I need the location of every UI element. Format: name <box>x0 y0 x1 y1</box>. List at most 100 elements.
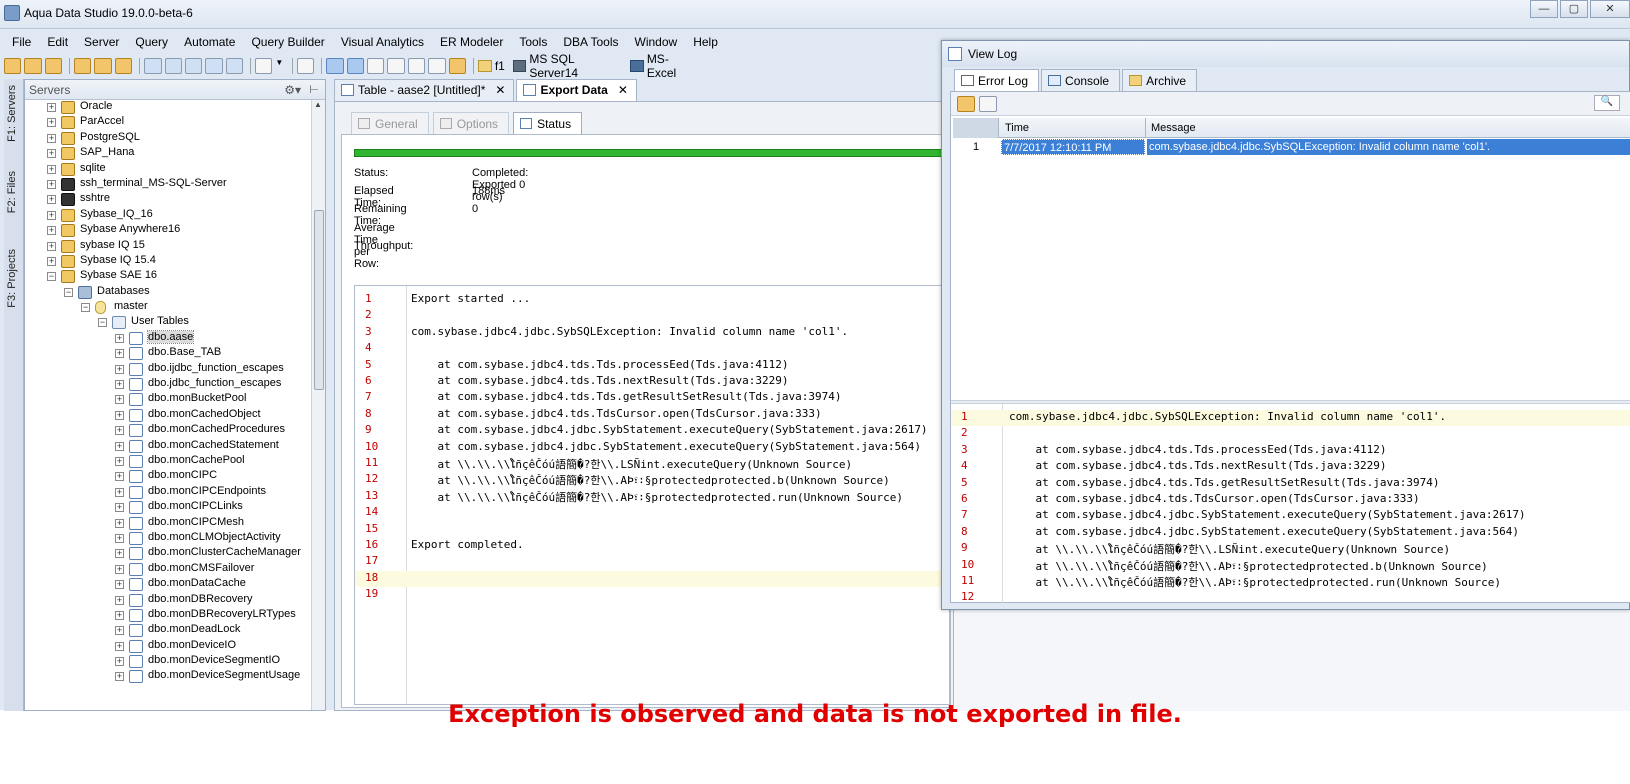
tree-node[interactable]: + dbo.monBucketPool <box>25 392 313 407</box>
tree-node[interactable]: + dbo.aase <box>25 329 313 346</box>
form-view-icon[interactable] <box>387 58 405 74</box>
tree-node[interactable]: + dbo.monCachedObject <box>25 408 313 423</box>
disconnect-icon[interactable] <box>114 58 133 74</box>
schema-icon[interactable] <box>225 58 244 74</box>
expand-icon[interactable]: + <box>47 210 56 220</box>
menu-visual-analytics[interactable]: Visual Analytics <box>333 33 432 53</box>
connect-icon[interactable] <box>94 58 112 74</box>
expand-icon[interactable]: + <box>115 349 124 359</box>
scroll-thumb[interactable] <box>314 210 324 390</box>
tab-projects[interactable]: F3: Projects <box>6 249 22 308</box>
expand-icon[interactable]: + <box>47 103 56 112</box>
maximize-button[interactable]: ▢ <box>1560 0 1588 18</box>
f1-folder-button[interactable]: f1 <box>477 59 505 73</box>
tree-node[interactable]: + dbo.ijdbc_function_escapes <box>25 362 313 377</box>
expand-icon[interactable]: + <box>115 626 124 636</box>
tree-node[interactable]: + sybase IQ 15 <box>25 239 313 254</box>
expand-icon[interactable]: + <box>115 410 124 420</box>
tree-node[interactable]: + dbo.monCMSFailover <box>25 562 313 577</box>
search-icon[interactable]: 🔍 <box>1594 95 1620 111</box>
expand-icon[interactable]: + <box>115 487 124 497</box>
expand-icon[interactable]: + <box>115 595 124 605</box>
collapse-node-icon[interactable]: − <box>98 318 107 328</box>
menu-edit[interactable]: Edit <box>39 33 76 53</box>
tab-export-data[interactable]: Export Data ✕ <box>516 79 637 101</box>
mssql-server-button[interactable]: MS SQL Server14 <box>512 52 622 80</box>
expand-icon[interactable]: + <box>115 441 124 451</box>
query-builder-icon[interactable] <box>184 58 203 74</box>
expand-icon[interactable]: + <box>47 256 56 266</box>
expand-icon[interactable]: + <box>115 333 124 343</box>
split-view-icon[interactable] <box>346 58 364 74</box>
register-server-icon[interactable] <box>24 58 42 74</box>
tree-node[interactable]: + dbo.monCachePool <box>25 454 313 469</box>
query-analyzer-icon[interactable] <box>164 58 182 74</box>
expand-icon[interactable]: + <box>115 533 124 543</box>
expand-icon[interactable]: + <box>115 580 124 590</box>
edit-icon[interactable] <box>74 58 92 74</box>
menu-dba-tools[interactable]: DBA Tools <box>555 33 626 53</box>
tree-node[interactable]: + dbo.monCIPCLinks <box>25 500 313 515</box>
menu-er-modeler[interactable]: ER Modeler <box>432 33 511 53</box>
menu-query-builder[interactable]: Query Builder <box>243 33 332 53</box>
tree-node[interactable]: + SAP_Hana <box>25 146 313 161</box>
dropdown-arrow-icon[interactable]: ▼ <box>275 58 285 74</box>
expand-icon[interactable]: + <box>115 518 124 528</box>
new-server-icon[interactable] <box>4 58 22 74</box>
script-icon[interactable] <box>296 58 315 74</box>
expand-icon[interactable]: + <box>115 456 124 466</box>
scroll-up-icon[interactable]: ▲ <box>314 100 322 109</box>
tree-node[interactable]: + ssh_terminal_MS-SQL-Server <box>25 177 313 192</box>
tree-node[interactable]: + dbo.monCIPCMesh <box>25 516 313 531</box>
tree-node[interactable]: + dbo.monCachedStatement <box>25 439 313 454</box>
error-detail[interactable]: 1 com.sybase.jdbc4.jdbc.SybSQLException: … <box>951 404 1630 604</box>
tree-node[interactable]: + dbo.Base_TAB <box>25 346 313 361</box>
column-message[interactable]: Message <box>1151 122 1196 134</box>
tree-node[interactable]: + PostgreSQL <box>25 131 313 146</box>
expand-icon[interactable]: + <box>47 179 56 189</box>
expand-icon[interactable]: + <box>115 503 124 513</box>
tree-node[interactable]: + dbo.monDBRecoveryLRTypes <box>25 608 313 623</box>
expand-icon[interactable]: + <box>47 133 56 143</box>
expand-icon[interactable]: + <box>115 472 124 482</box>
tree-node[interactable]: + dbo.monDeviceSegmentIO <box>25 654 313 669</box>
expand-icon[interactable]: + <box>47 241 56 251</box>
layout-icon[interactable] <box>407 58 426 74</box>
export-log[interactable]: 1 Export started ... 2 3 com.sybase.jdbc4.jd… <box>354 285 950 705</box>
tree-node[interactable]: − User Tables <box>25 315 313 330</box>
expand-icon[interactable]: + <box>47 226 56 236</box>
tab-general[interactable]: General <box>351 112 429 134</box>
tree-scrollbar[interactable]: ▲ <box>311 100 325 710</box>
minimize-button[interactable]: — <box>1530 0 1558 18</box>
menu-query[interactable]: Query <box>127 33 176 53</box>
tab-archive[interactable]: Archive <box>1122 69 1198 91</box>
menu-tools[interactable]: Tools <box>511 33 555 53</box>
menu-automate[interactable]: Automate <box>176 33 243 53</box>
tree-node[interactable]: + Sybase Anywhere16 <box>25 223 313 238</box>
menu-file[interactable]: File <box>4 33 39 53</box>
expand-icon[interactable]: + <box>47 118 56 128</box>
close-tab-icon[interactable]: ✕ <box>495 83 505 97</box>
expand-icon[interactable]: + <box>115 657 124 667</box>
close-window-button[interactable]: ✕ <box>1590 0 1630 18</box>
table-view-icon[interactable] <box>367 58 385 74</box>
collapse-node-icon[interactable]: − <box>64 287 73 297</box>
table-row[interactable]: 1 7/7/2017 12:10:11 PM com.sybase.jdbc4.… <box>953 139 1630 157</box>
tab-servers[interactable]: F1: Servers <box>6 85 22 142</box>
expand-icon[interactable]: + <box>115 395 124 405</box>
expand-icon[interactable]: + <box>115 549 124 559</box>
expand-icon[interactable]: + <box>115 610 124 620</box>
expand-icon[interactable]: + <box>115 364 124 374</box>
tab-error-log[interactable]: Error Log <box>954 69 1040 91</box>
query-window-icon[interactable] <box>144 58 162 74</box>
tree-node[interactable]: + dbo.monDeviceSegmentUsage <box>25 669 313 684</box>
tree-node[interactable]: + dbo.monDeadLock <box>25 623 313 638</box>
row-time[interactable]: 7/7/2017 12:10:11 PM <box>1001 139 1145 155</box>
tree-node[interactable]: + dbo.monCIPCEndpoints <box>25 485 313 500</box>
tree-node[interactable]: + Oracle <box>25 100 313 115</box>
row-message[interactable]: com.sybase.jdbc4.jdbc.SybSQLException: I… <box>1147 139 1630 155</box>
tree-node[interactable]: − master <box>25 300 313 315</box>
chart-icon[interactable] <box>448 58 466 74</box>
server-properties-icon[interactable] <box>44 58 63 74</box>
column-divider[interactable] <box>1145 118 1146 138</box>
